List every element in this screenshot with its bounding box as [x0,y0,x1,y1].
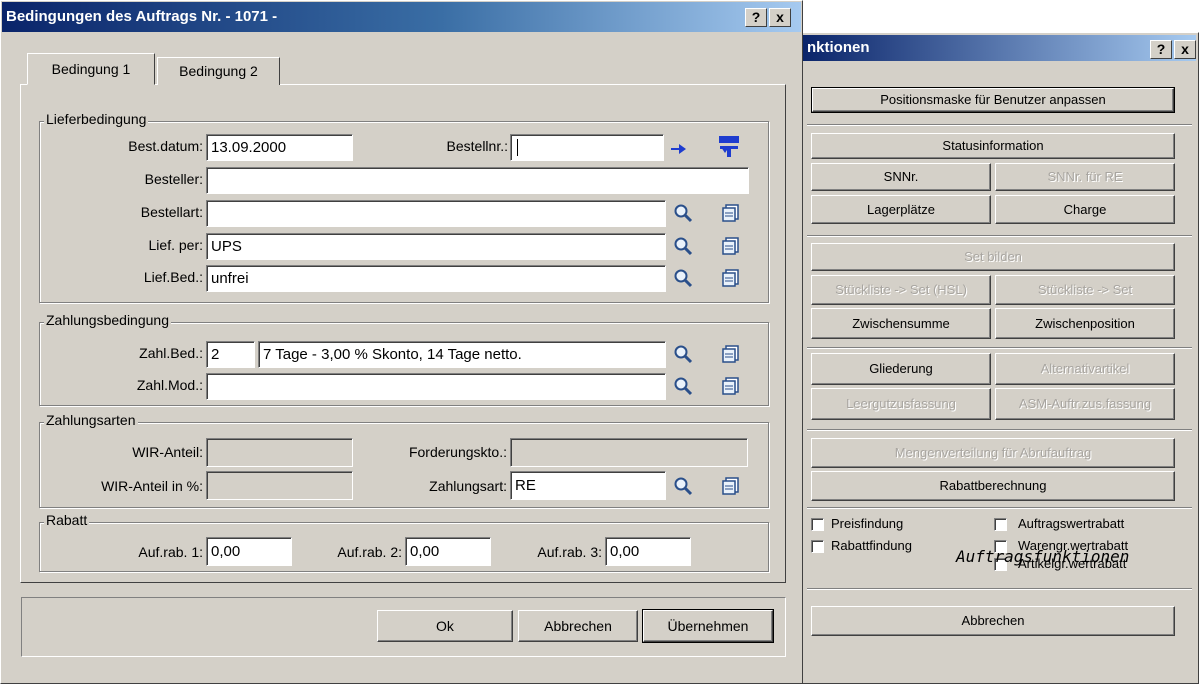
discount-finding-checkbox[interactable] [811,540,824,553]
structure-button[interactable]: Gliederung [811,353,991,385]
search-icon[interactable] [673,376,693,396]
delivery-terms-field[interactable]: unfrei [206,265,666,292]
order-discount-3-field[interactable]: 0,00 [605,537,691,566]
snnr-button[interactable]: SNNr. [811,163,991,191]
order-type-label: Bestellart: [140,204,203,220]
interposition-button[interactable]: Zwischenposition [995,308,1175,339]
conditions-title: Bedingungen des Auftrags Nr. - 1071 - [6,8,278,25]
window-caption-overlay: Auftragsfunktionen [956,547,1130,566]
list-icon[interactable] [721,236,741,256]
payment-type-field[interactable]: RE [510,471,666,500]
separator [807,235,1192,237]
text-cursor [517,139,518,156]
payment-type-label: Zahlungsart: [429,478,507,494]
list-icon[interactable] [721,203,741,223]
order-discount-2-field[interactable]: 0,00 [405,537,491,566]
close-button[interactable]: x [1174,40,1196,59]
payment-mode-field[interactable] [206,373,666,400]
subtotal-button[interactable]: Zwischensumme [811,308,991,339]
orderer-field[interactable] [206,167,749,194]
search-icon[interactable] [673,268,693,288]
empties-summary-button[interactable]: Leergutzusfassung [811,388,991,420]
wir-share-percent-field [206,471,353,500]
functions-cancel-button[interactable]: Abbrechen [811,606,1175,636]
quantity-distribution-button[interactable]: Mengenverteilung für Abrufauftrag [811,438,1175,468]
help-button[interactable]: ? [1150,40,1172,59]
alternative-article-button[interactable]: Alternativartikel [995,353,1175,385]
search-icon[interactable] [673,236,693,256]
order-date-label: Best.datum: [128,138,203,154]
order-value-discount-checkbox[interactable] [994,518,1007,531]
payment-terms-code-field[interactable]: 2 [206,341,255,368]
ship-via-label: Lief. per: [148,237,203,253]
separator [807,124,1192,126]
separator [807,347,1192,349]
search-icon[interactable] [673,476,693,496]
payment-terms-label: Zahl.Bed.: [139,345,203,361]
order-discount-2-label: Auf.rab. 2: [337,544,402,560]
order-date-field[interactable]: 13.09.2000 [206,134,353,161]
order-number-field[interactable] [510,134,664,161]
list-icon[interactable] [721,476,741,496]
customize-mask-button[interactable]: Positionsmaske für Benutzer anpassen [811,87,1175,113]
functions-titlebar: nktionen ? x [803,35,1196,61]
payment-terms-text-field[interactable]: 7 Tage - 3,00 % Skonto, 14 Tage netto. [258,341,666,368]
tab-bedingung-2[interactable]: Bedingung 2 [157,57,280,85]
order-discount-1-field[interactable]: 0,00 [206,537,292,566]
order-discount-1-label: Auf.rab. 1: [138,544,203,560]
search-icon[interactable] [673,203,693,223]
pricing-label: Preisfindung [831,516,904,531]
functions-title: nktionen [807,39,870,56]
discount-heading: Rabatt [44,512,90,528]
separator [807,507,1192,509]
arrow-icon[interactable] [669,138,689,158]
ok-button[interactable]: Ok [377,610,513,642]
list-icon[interactable] [721,268,741,288]
asm-summary-button[interactable]: ASM-Auftr.zus.fassung [995,388,1175,420]
order-number-label: Bestellnr.: [446,138,508,154]
status-info-button[interactable]: Statusinformation [811,133,1175,159]
list-icon[interactable] [721,376,741,396]
list-icon[interactable] [721,344,741,364]
close-button[interactable]: x [769,8,791,27]
separator [807,429,1192,431]
separator [807,588,1192,590]
charge-button[interactable]: Charge [995,195,1175,224]
bom-set-hsl-button[interactable]: Stückliste -> Set (HSL) [811,275,991,305]
apply-button[interactable]: Übernehmen [642,609,774,643]
delivery-conditions-heading: Lieferbedingung [44,111,149,127]
receivables-account-field [510,438,748,467]
payment-types-heading: Zahlungsarten [44,412,138,428]
wir-share-field [206,438,353,467]
tab-bedingung-1[interactable]: Bedingung 1 [27,53,155,85]
next-order-icon[interactable] [717,135,741,159]
cancel-button[interactable]: Abbrechen [518,610,638,642]
wir-share-label: WIR-Anteil: [132,444,203,460]
help-button[interactable]: ? [745,8,767,27]
order-conditions-window: Bedingungen des Auftrags Nr. - 1071 - ? … [0,0,803,684]
receivables-account-label: Forderungskto.: [408,444,507,460]
discount-calc-button[interactable]: Rabattberechnung [811,471,1175,501]
storage-places-button[interactable]: Lagerplätze [811,195,991,224]
ship-via-field[interactable]: UPS [206,233,666,260]
snnr-re-button[interactable]: SNNr. für RE [995,163,1175,191]
order-functions-window: nktionen ? x Positionsmaske für Benutzer… [800,32,1199,684]
pricing-checkbox[interactable] [811,518,824,531]
conditions-titlebar: Bedingungen des Auftrags Nr. - 1071 - ? … [2,2,801,32]
payment-mode-label: Zahl.Mod.: [136,377,203,393]
delivery-terms-label: Lief.Bed.: [143,269,203,285]
discount-finding-label: Rabattfindung [831,538,912,553]
orderer-label: Besteller: [144,171,203,187]
search-icon[interactable] [673,344,693,364]
order-discount-3-label: Auf.rab. 3: [537,544,602,560]
order-value-discount-label: Auftragswertrabatt [1018,516,1125,531]
order-type-field[interactable] [206,200,666,227]
build-set-button[interactable]: Set bilden [811,243,1175,271]
bom-set-button[interactable]: Stückliste -> Set [995,275,1175,305]
wir-share-percent-label: WIR-Anteil in %: [101,478,203,494]
payment-conditions-heading: Zahlungsbedingung [44,312,171,328]
